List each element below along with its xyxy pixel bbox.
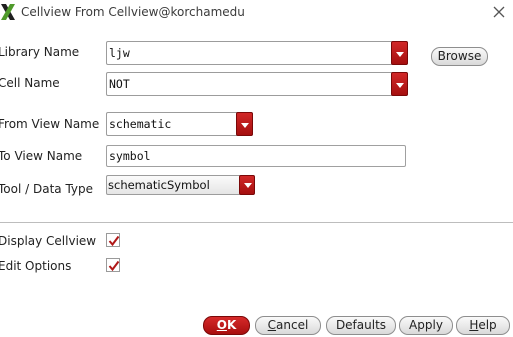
- chevron-down-icon[interactable]: [391, 72, 408, 96]
- help-button[interactable]: Help: [456, 316, 510, 335]
- from-view-name-combo[interactable]: schematic: [106, 112, 253, 136]
- ok-label-rest: K: [226, 318, 237, 332]
- ok-button[interactable]: OK: [203, 316, 250, 335]
- chevron-down-icon[interactable]: [391, 41, 408, 65]
- from-view-name-label: From View Name: [0, 117, 100, 131]
- apply-button[interactable]: Apply: [399, 316, 453, 335]
- cellview-from-cellview-dialog: Cellview From Cellview@korchamedu Librar…: [0, 0, 513, 337]
- to-view-name-value: symbol: [109, 149, 151, 163]
- help-mnemonic: H: [469, 318, 479, 332]
- library-name-label: Library Name: [0, 45, 80, 59]
- section-divider: [0, 222, 513, 223]
- cell-name-label: Cell Name: [0, 76, 60, 90]
- tool-data-type-value: schematicSymbol: [108, 178, 210, 192]
- chevron-down-icon[interactable]: [236, 112, 253, 136]
- edit-options-checkbox[interactable]: [106, 258, 120, 272]
- defaults-button[interactable]: Defaults: [326, 316, 396, 335]
- ok-mnemonic: O: [216, 318, 227, 332]
- cell-name-value: NOT: [109, 77, 130, 91]
- checkmark-icon: [108, 235, 120, 247]
- cancel-button[interactable]: Cancel: [255, 316, 321, 335]
- close-icon[interactable]: [491, 4, 507, 20]
- cancel-label-rest: ancel: [276, 318, 309, 332]
- help-label-rest: elp: [478, 318, 497, 332]
- x-logo-icon: [0, 3, 16, 21]
- checkmark-icon: [108, 260, 120, 272]
- to-view-name-label: To View Name: [0, 149, 83, 163]
- from-view-name-value: schematic: [109, 117, 172, 131]
- edit-options-label: Edit Options: [0, 259, 72, 273]
- chevron-down-icon[interactable]: [239, 175, 255, 195]
- browse-button[interactable]: Browse: [431, 47, 488, 66]
- tool-data-type-label: Tool / Data Type: [0, 182, 94, 196]
- tool-data-type-select[interactable]: schematicSymbol: [106, 175, 255, 195]
- title-bar: Cellview From Cellview@korchamedu: [0, 0, 513, 26]
- window-title: Cellview From Cellview@korchamedu: [21, 5, 245, 19]
- display-cellview-checkbox[interactable]: [106, 233, 120, 247]
- library-name-combo[interactable]: ljw: [106, 41, 408, 65]
- library-name-value: ljw: [109, 46, 130, 60]
- display-cellview-label: Display Cellview: [0, 234, 97, 248]
- to-view-name-field[interactable]: symbol: [106, 145, 406, 167]
- cell-name-combo[interactable]: NOT: [106, 72, 408, 96]
- cancel-mnemonic: C: [267, 318, 277, 332]
